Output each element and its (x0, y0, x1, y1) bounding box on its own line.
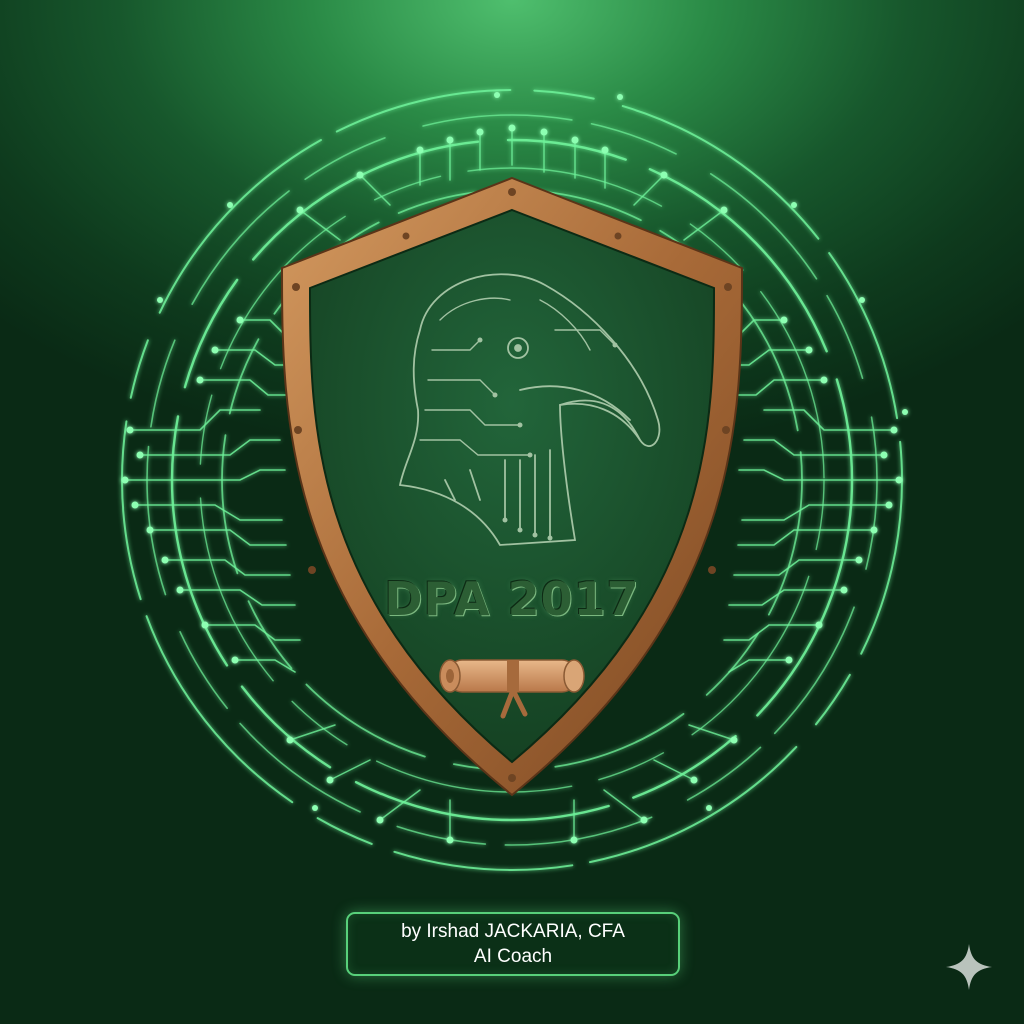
shield-icon (280, 176, 744, 797)
badge-artwork (121, 89, 908, 871)
shield-title: DPA 2017 (384, 572, 640, 626)
credit-role: AI Coach (473, 946, 553, 967)
credit-box: by Irshad JACKARIA, CFA AI Coach (346, 912, 680, 976)
credit-author: by Irshad JACKARIA, CFA (401, 921, 625, 942)
sparkle-icon (946, 944, 992, 990)
